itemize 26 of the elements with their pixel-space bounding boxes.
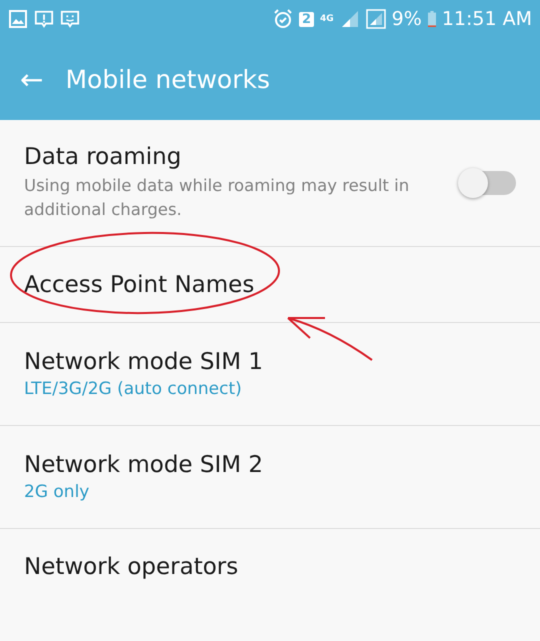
settings-item[interactable]: Access Point Names: [0, 247, 540, 323]
network-type: 4G: [320, 14, 334, 24]
clock: 11:51 AM: [442, 8, 532, 30]
setting-value: LTE/3G/2G (auto connect): [24, 379, 243, 399]
setting-title: Network operators: [24, 554, 238, 580]
battery-percent: 9%: [392, 8, 422, 30]
settings-item[interactable]: Data roaming Using mobile data while roaming may result in additional charges.: [0, 120, 540, 247]
settings-item[interactable]: Network operators: [0, 529, 540, 605]
settings-item[interactable]: Network mode SIM 2 2G only: [0, 426, 540, 529]
sim-badge: 2: [298, 12, 314, 26]
setting-title: Data roaming: [24, 144, 182, 170]
image-icon: [8, 9, 28, 29]
signal-icon: [340, 9, 360, 29]
setting-title: Network mode SIM 2: [24, 452, 264, 478]
alert-icon: [34, 9, 54, 29]
setting-value: 2G only: [24, 482, 90, 502]
setting-title: Network mode SIM 1: [24, 349, 264, 375]
signal-icon: [366, 9, 386, 29]
settings-item[interactable]: Network mode SIM 1 LTE/3G/2G (auto connect): [0, 323, 540, 426]
setting-summary: Using mobile data while roaming may result in additional charges.: [24, 175, 410, 221]
screen-title: Mobile networks: [65, 64, 270, 94]
face-icon: [60, 9, 80, 29]
alarm-icon: [272, 9, 293, 29]
toggle-switch[interactable]: [460, 171, 516, 195]
battery-icon: [428, 10, 436, 28]
setting-title: Access Point Names: [24, 272, 254, 298]
